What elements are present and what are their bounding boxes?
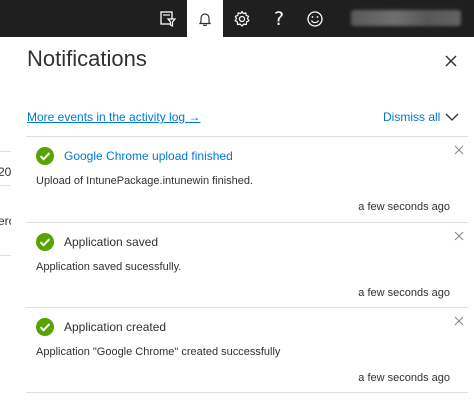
success-check-icon	[36, 147, 54, 165]
notification-time: a few seconds ago	[358, 201, 450, 213]
success-check-icon	[36, 318, 54, 336]
gear-icon	[234, 10, 250, 27]
background-text-fragment: 20	[0, 165, 12, 179]
notification-title-link[interactable]: Google Chrome upload finished	[64, 149, 233, 163]
dismiss-notification-icon[interactable]	[454, 145, 464, 155]
notifications-panel: Notifications More events in the activit…	[11, 37, 474, 402]
settings-button[interactable]	[224, 0, 260, 37]
account-menu-blurred[interactable]	[351, 10, 461, 26]
feedback-icon	[307, 10, 323, 27]
help-icon: ?	[273, 7, 285, 30]
background-divider	[0, 151, 11, 152]
success-check-icon	[36, 233, 54, 251]
dismiss-notification-icon[interactable]	[454, 231, 464, 241]
notification-title: Application created	[64, 320, 167, 334]
chevron-down-icon[interactable]	[445, 112, 459, 122]
bell-icon	[198, 12, 212, 26]
help-button[interactable]: ?	[261, 0, 297, 37]
background-divider	[0, 255, 11, 256]
top-navigation-bar: ?	[0, 0, 474, 37]
notification-body: Upload of IntunePackage.intunewin finish…	[36, 175, 254, 187]
activity-log-link[interactable]: More events in the activity log →	[27, 110, 200, 124]
feedback-button[interactable]	[297, 0, 333, 37]
close-panel-icon[interactable]	[441, 51, 461, 71]
filter-icon	[160, 10, 177, 27]
notification-card[interactable]: Google Chrome upload finished Upload of …	[26, 136, 468, 221]
dismiss-all-button[interactable]: Dismiss all	[383, 110, 440, 124]
background-page: 20 ero	[0, 37, 15, 402]
panel-title: Notifications	[27, 46, 147, 71]
notification-card[interactable]: Application saved Application saved suce…	[26, 222, 468, 307]
dismiss-notification-icon[interactable]	[454, 316, 464, 326]
notification-card[interactable]: Application created Application "Google …	[26, 307, 468, 393]
notification-title: Application saved	[64, 235, 159, 249]
notification-time: a few seconds ago	[358, 372, 450, 384]
notification-body: Application saved sucessfully.	[36, 261, 182, 273]
notification-time: a few seconds ago	[358, 287, 450, 299]
directory-filter-button[interactable]	[150, 0, 186, 37]
background-divider	[0, 185, 11, 186]
notification-body: Application "Google Chrome" created succ…	[36, 346, 281, 358]
notifications-button[interactable]	[187, 0, 223, 37]
